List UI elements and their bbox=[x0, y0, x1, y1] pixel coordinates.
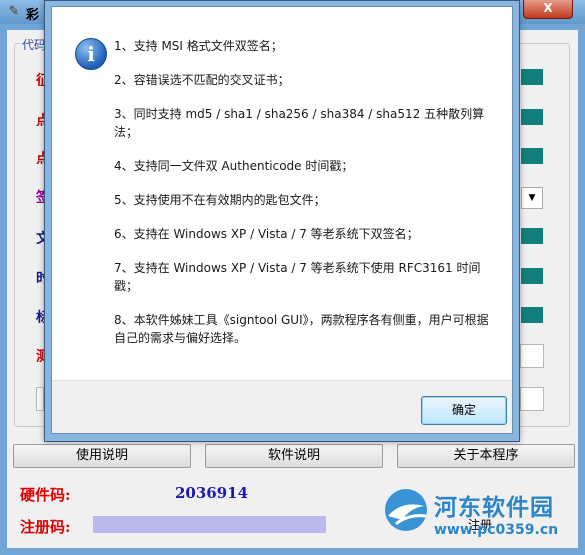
hardware-code-label: 硬件码: bbox=[20, 486, 71, 504]
watermark-logo-icon bbox=[385, 489, 427, 531]
message-line: 3、同时支持 md5 / sha1 / sha256 / sha384 / sh… bbox=[114, 107, 485, 139]
message-line: 8、本软件姊妹工具《signtool GUI》，两款程序各有侧重，用户可根据自己… bbox=[114, 313, 489, 345]
main-title-text: 彩 bbox=[26, 8, 40, 23]
message-line: 2、容错误选不匹配的交叉证书； bbox=[114, 73, 290, 87]
info-icon: i bbox=[75, 38, 107, 70]
message-line: 4、支持同一文件双 Authenticode 时间戳； bbox=[114, 159, 354, 173]
about-button[interactable]: 关于本程序 bbox=[397, 444, 575, 468]
software-info-button[interactable]: 软件说明 bbox=[205, 444, 383, 468]
browse-button[interactable] bbox=[521, 228, 543, 244]
message-line: 1、支持 MSI 格式文件双签名； bbox=[114, 39, 283, 53]
usage-button[interactable]: 使用说明 bbox=[13, 444, 191, 468]
field-edge-left bbox=[36, 387, 44, 411]
browse-button[interactable] bbox=[521, 268, 543, 284]
browse-button[interactable] bbox=[521, 69, 543, 85]
browse-button[interactable] bbox=[521, 109, 543, 125]
app-icon: ✎ bbox=[8, 4, 20, 19]
register-code-label: 注册码: bbox=[20, 518, 71, 536]
watermark-url: www.pc0359.cn bbox=[434, 522, 559, 538]
ok-button[interactable]: 确定 bbox=[421, 396, 507, 425]
watermark-title: 河东软件园 bbox=[434, 495, 554, 521]
text-field-edge[interactable] bbox=[520, 387, 544, 411]
dialog-client: i 1、支持 MSI 格式文件双签名； 2、容错误选不匹配的交叉证书； 3、同时… bbox=[51, 6, 513, 434]
text-field-edge[interactable] bbox=[520, 344, 544, 368]
close-button[interactable]: X bbox=[523, 0, 573, 19]
browse-button[interactable] bbox=[521, 307, 543, 323]
chevron-down-icon[interactable]: ▼ bbox=[521, 187, 543, 209]
browse-button[interactable] bbox=[521, 148, 543, 164]
hardware-code-value: 2036914 bbox=[175, 484, 249, 502]
message-line: 6、支持在 Windows XP / Vista / 7 等老系统下双签名； bbox=[114, 227, 419, 241]
message-line: 5、支持使用不在有效期内的匙包文件； bbox=[114, 193, 326, 207]
watermark: 河东软件园 www.pc0359.cn bbox=[382, 486, 580, 544]
dialog-message: 1、支持 MSI 格式文件双签名； 2、容错误选不匹配的交叉证书； 3、同时支持… bbox=[114, 37, 494, 363]
info-dialog: i 1、支持 MSI 格式文件双签名； 2、容错误选不匹配的交叉证书； 3、同时… bbox=[44, 0, 520, 442]
message-line: 7、支持在 Windows XP / Vista / 7 等老系统下使用 RFC… bbox=[114, 261, 481, 293]
register-code-input[interactable] bbox=[93, 516, 326, 533]
